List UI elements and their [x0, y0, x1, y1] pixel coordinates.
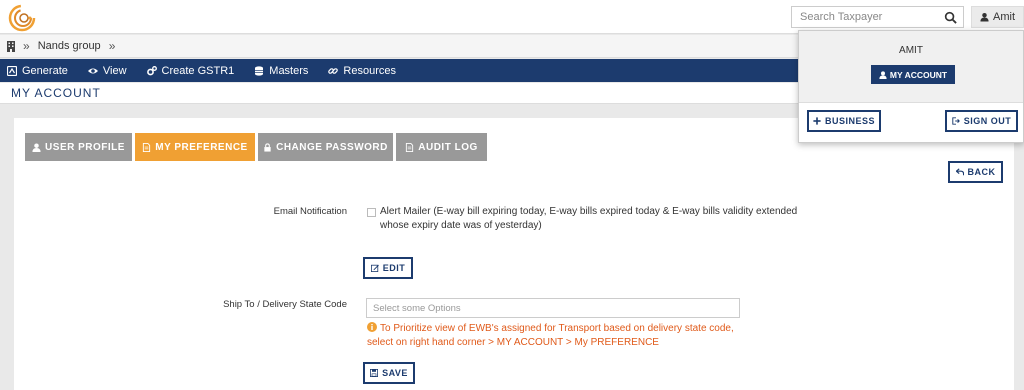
breadcrumb-item-business[interactable]: Nands group — [38, 40, 101, 52]
tab-my-preference[interactable]: MY PREFERENCE — [135, 133, 255, 161]
user-icon — [32, 142, 41, 152]
business-button[interactable]: BUSINESS — [807, 110, 881, 132]
database-icon — [255, 65, 264, 76]
user-icon — [980, 12, 989, 22]
ship-to-info-text: To Prioritize view of EWB's assigned for… — [367, 323, 734, 348]
file-icon — [406, 142, 414, 152]
user-dropdown-header: AMIT MY ACCOUNT — [799, 31, 1023, 103]
building-icon[interactable] — [7, 40, 15, 52]
user-icon — [879, 70, 887, 79]
plus-icon — [813, 117, 821, 125]
account-panel: USER PROFILE MY PREFERENCE CHANGE PASSWO… — [14, 118, 1014, 390]
delivery-state-placeholder: Select some Options — [373, 302, 461, 314]
ship-to-label: Ship To / Delivery State Code — [223, 299, 347, 310]
nav-item-create-gstr1[interactable]: Create GSTR1 — [146, 65, 234, 77]
generate-icon — [7, 65, 17, 76]
search-input[interactable] — [792, 7, 932, 27]
user-name: Amit — [993, 11, 1015, 23]
info-icon — [367, 322, 377, 332]
email-notification-label: Email Notification — [273, 206, 347, 217]
link-icon — [328, 67, 339, 74]
user-menu-button[interactable]: Amit — [971, 6, 1024, 28]
search-box[interactable] — [791, 6, 964, 28]
edit-icon — [370, 264, 379, 272]
dropdown-user-name: AMIT — [899, 45, 923, 56]
sign-out-button[interactable]: SIGN OUT — [945, 110, 1018, 132]
nav-item-generate[interactable]: Generate — [7, 65, 68, 77]
eye-icon — [87, 68, 98, 73]
tab-audit-log[interactable]: AUDIT LOG — [396, 133, 487, 161]
cogs-icon — [146, 65, 157, 75]
nav-item-resources[interactable]: Resources — [328, 65, 396, 77]
file-icon — [143, 142, 151, 152]
user-dropdown: AMIT MY ACCOUNT BUSINESS SIGN OUT — [798, 30, 1024, 143]
tab-user-profile[interactable]: USER PROFILE — [25, 133, 132, 161]
back-arrow-icon — [955, 168, 964, 176]
nav-item-view[interactable]: View — [87, 65, 127, 77]
top-bar: Amit — [0, 0, 1024, 34]
save-button[interactable]: SAVE — [363, 362, 415, 384]
breadcrumb-separator: » — [23, 39, 30, 53]
page-title: MY ACCOUNT — [11, 86, 101, 100]
breadcrumb-separator: » — [108, 39, 116, 53]
back-button[interactable]: BACK — [948, 161, 1003, 183]
search-icon[interactable] — [944, 11, 957, 24]
logo-icon[interactable] — [8, 4, 36, 32]
alert-mailer-text: Alert Mailer (E-way bill expiring today,… — [380, 206, 798, 231]
delivery-state-select[interactable]: Select some Options — [366, 298, 740, 318]
alert-mailer-checkbox[interactable] — [367, 208, 376, 217]
nav-item-masters[interactable]: Masters — [254, 65, 308, 77]
ship-to-info: To Prioritize view of EWB's assigned for… — [367, 322, 747, 350]
tab-change-password[interactable]: CHANGE PASSWORD — [258, 133, 393, 161]
sign-out-icon — [952, 117, 960, 125]
edit-button[interactable]: EDIT — [363, 257, 413, 279]
lock-icon — [264, 142, 271, 152]
my-account-button[interactable]: MY ACCOUNT — [871, 65, 955, 84]
save-icon — [370, 369, 379, 377]
